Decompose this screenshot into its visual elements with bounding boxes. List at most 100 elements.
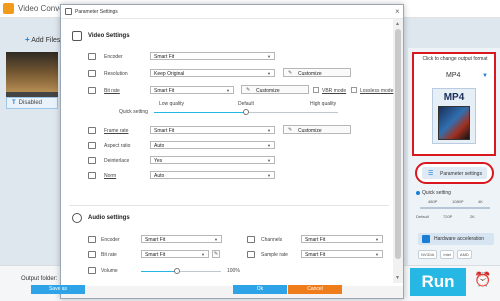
audio-bitrate-select[interactable]: Smart Fit ▼: [141, 250, 209, 258]
video-encoder-label: Encoder: [104, 54, 123, 60]
audio-encoder-label: Encoder: [101, 237, 120, 243]
quick-setting-label: Quick setting: [119, 109, 148, 115]
vbr-mode-label[interactable]: VBR mode: [322, 88, 346, 94]
chevron-down-icon: ▼: [267, 71, 271, 76]
video-bitrate-value: Smart Fit: [154, 88, 175, 94]
norm-label: Norm: [104, 173, 117, 179]
deinterlace-select[interactable]: Yes ▼: [150, 156, 275, 164]
quality-slider-knob[interactable]: [243, 109, 249, 115]
dialog-scrollbar[interactable]: ▲ ▼: [393, 19, 403, 283]
volume-slider-knob[interactable]: [174, 268, 180, 274]
scrollbar-thumb[interactable]: [395, 29, 401, 259]
video-encoder-select[interactable]: Smart Fit ▼: [150, 52, 275, 60]
quick-label-default: Default: [416, 214, 429, 219]
norm-select[interactable]: Auto ▼: [150, 171, 275, 179]
volume-icon: [88, 267, 96, 274]
audio-encoder-select[interactable]: Smart Fit ▼: [141, 235, 222, 243]
video-settings-icon: [72, 31, 82, 41]
norm-value: Auto: [154, 173, 165, 179]
quick-setting-slider[interactable]: [420, 207, 490, 209]
aspect-ratio-select[interactable]: Auto ▼: [150, 141, 275, 149]
parameter-settings-button[interactable]: ☰ Parameter settings: [415, 162, 494, 184]
format-icon-text: MP4: [443, 92, 465, 103]
chevron-down-icon: ▼: [267, 143, 271, 148]
alarm-clock-icon[interactable]: ⏰: [474, 271, 491, 288]
lossless-mode-checkbox[interactable]: [351, 87, 357, 93]
dialog-button-bar: [61, 286, 403, 298]
section-divider: [69, 205, 389, 206]
deinterlace-value: Yes: [154, 158, 163, 164]
deinterlace-icon: [88, 157, 96, 164]
sample-rate-icon: [247, 251, 255, 258]
video-thumbnail[interactable]: [6, 52, 58, 92]
aspect-ratio-value: Auto: [154, 143, 165, 149]
resolution-label: Resolution: [104, 71, 128, 77]
resolution-customize-button[interactable]: ✎ Customize: [283, 68, 351, 77]
vbr-mode-checkbox[interactable]: [313, 87, 319, 93]
frame-rate-label: Frame rate: [104, 128, 129, 134]
volume-label: Volume: [101, 268, 118, 274]
dropdown-triangle-icon[interactable]: ▼: [482, 73, 488, 79]
vendor-badge-amd: AMD: [456, 250, 472, 259]
add-files-label: Add Files: [31, 37, 61, 44]
add-files-button[interactable]: + Add Files: [25, 35, 60, 44]
chevron-down-icon: ▼: [375, 237, 379, 242]
lossless-mode-label[interactable]: Lossless mode: [360, 88, 393, 94]
dialog-title-bar: Parameter Settings ×: [61, 5, 403, 19]
scroll-up-icon[interactable]: ▲: [395, 21, 400, 27]
sliders-icon: ☰: [428, 171, 434, 177]
settings-window-icon: [65, 8, 72, 15]
volume-value: 100%: [227, 268, 240, 274]
video-bitrate-select[interactable]: Smart Fit ▼: [150, 86, 234, 94]
audio-bitrate-value: Smart Fit: [145, 252, 166, 258]
gpu-vendor-badges: NVIDIA Intel AMD: [418, 250, 494, 260]
video-settings-heading: Video Settings: [88, 33, 130, 39]
audio-bitrate-label: Bit rate: [101, 252, 117, 258]
run-button[interactable]: Run: [410, 268, 466, 296]
plus-icon: +: [25, 35, 30, 44]
audio-settings-icon: [72, 213, 82, 223]
bitrate-customize-label: Customize: [256, 88, 280, 94]
encoder-icon: [88, 53, 96, 60]
resolution-select[interactable]: Keep Original ▼: [150, 69, 275, 77]
chip-icon: [422, 235, 430, 243]
scroll-down-icon[interactable]: ▼: [395, 275, 400, 281]
hardware-acceleration-toggle[interactable]: Hardware acceleration: [418, 233, 494, 245]
app-title: Video Conve: [18, 4, 64, 13]
dialog-title: Parameter Settings: [75, 9, 118, 15]
frame-rate-customize-label: Customize: [298, 128, 322, 134]
parameter-settings-inner[interactable]: ☰ Parameter settings: [422, 167, 487, 179]
format-name[interactable]: MP4: [446, 72, 460, 79]
chevron-down-icon: ▼: [226, 88, 230, 93]
channels-select[interactable]: Smart Fit ▼: [301, 235, 383, 243]
save-as-button[interactable]: Save as: [31, 285, 85, 294]
edit-icon: ✎: [246, 87, 251, 93]
close-icon[interactable]: ×: [395, 7, 400, 16]
sample-rate-select[interactable]: Smart Fit ▼: [301, 250, 383, 258]
audio-encoder-icon: [88, 236, 96, 243]
frame-rate-icon: [88, 127, 96, 134]
vendor-badge-nvidia: NVIDIA: [418, 250, 438, 259]
aspect-ratio-icon: [88, 142, 96, 149]
channels-value: Smart Fit: [305, 237, 326, 243]
chevron-down-icon: ▼: [214, 237, 218, 242]
chevron-down-icon: ▼: [267, 158, 271, 163]
audio-bitrate-edit-icon[interactable]: ✎: [212, 250, 220, 258]
frame-rate-select[interactable]: Smart Fit ▼: [150, 126, 275, 134]
video-encoder-value: Smart Fit: [154, 54, 175, 60]
quick-label-4k: 4K: [478, 199, 483, 204]
norm-icon: [88, 172, 96, 179]
frame-rate-customize-button[interactable]: ✎ Customize: [283, 125, 351, 134]
sample-rate-label: Sample rate: [261, 252, 288, 258]
quick-setting-label: Quick setting: [422, 190, 451, 196]
resolution-icon: [88, 70, 96, 77]
aspect-ratio-label: Aspect ratio: [104, 143, 131, 149]
cancel-button[interactable]: Cancel: [288, 285, 342, 294]
parameter-settings-dialog: Parameter Settings × ▲ ▼ Video Settings …: [60, 4, 404, 299]
ok-button[interactable]: Ok: [233, 285, 287, 294]
channels-icon: [247, 236, 255, 243]
bitrate-customize-button[interactable]: ✎ Customize: [241, 85, 309, 94]
volume-slider-fill: [141, 271, 177, 272]
resolution-customize-label: Customize: [298, 71, 322, 77]
mp4-format-icon[interactable]: MP4: [432, 88, 476, 144]
